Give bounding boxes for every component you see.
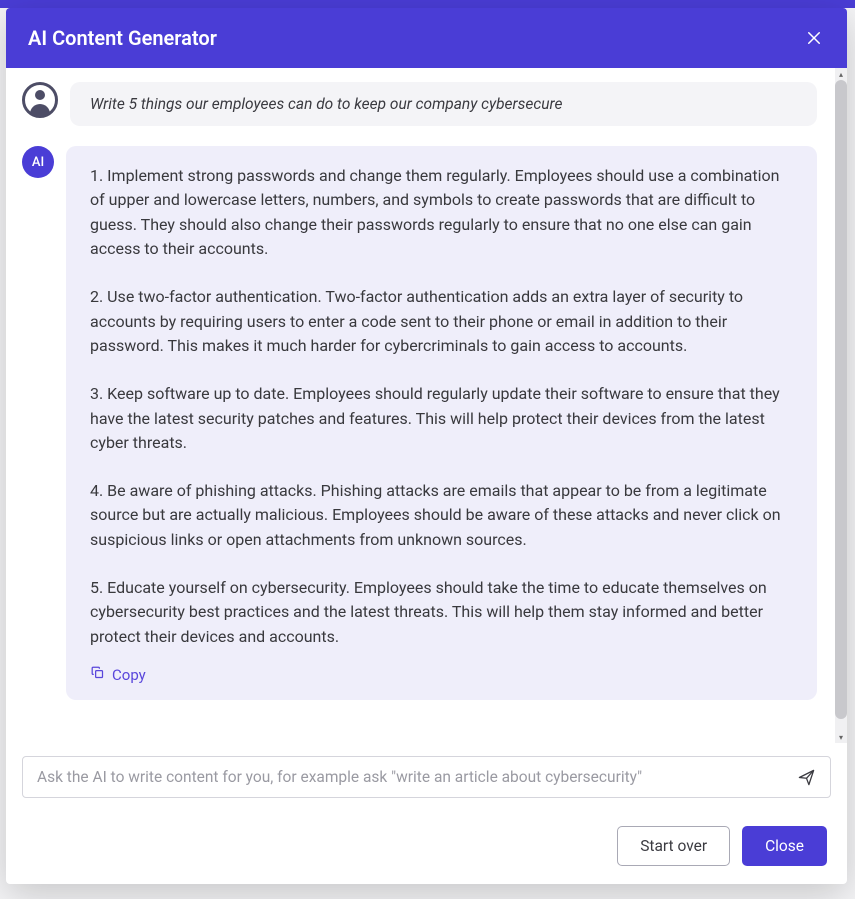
ai-response-paragraph: 2. Use two-factor authentication. Two-fa… (90, 285, 793, 358)
copy-button[interactable]: Copy (90, 665, 146, 684)
close-icon[interactable] (803, 27, 825, 49)
modal-body: Write 5 things our employees can do to k… (6, 68, 847, 743)
prompt-input[interactable] (37, 768, 786, 786)
ai-response-paragraph: 3. Keep software up to date. Employees s… (90, 382, 793, 455)
scrollbar-thumb[interactable] (835, 80, 847, 719)
user-avatar-icon (22, 82, 58, 118)
ai-message-row: AI 1. Implement strong passwords and cha… (22, 146, 831, 700)
copy-icon (90, 665, 105, 684)
ai-response-text: 1. Implement strong passwords and change… (90, 164, 793, 649)
scroll-up-icon[interactable]: ▴ (835, 68, 847, 80)
close-button[interactable]: Close (742, 826, 827, 866)
modal-title: AI Content Generator (28, 26, 217, 50)
scrollbar[interactable]: ▴ ▾ (835, 68, 847, 743)
user-message-row: Write 5 things our employees can do to k… (22, 82, 831, 126)
copy-label: Copy (112, 666, 146, 684)
modal-footer: Start over Close (6, 812, 847, 884)
input-area (6, 743, 847, 812)
ai-message-bubble: 1. Implement strong passwords and change… (66, 146, 817, 700)
scroll-down-icon[interactable]: ▾ (835, 731, 847, 743)
user-prompt-text: Write 5 things our employees can do to k… (90, 95, 562, 113)
send-icon[interactable] (796, 767, 816, 787)
start-over-button[interactable]: Start over (617, 826, 730, 866)
user-message-bubble: Write 5 things our employees can do to k… (70, 82, 817, 126)
ai-response-paragraph: 1. Implement strong passwords and change… (90, 164, 793, 261)
ai-avatar-icon: AI (22, 146, 54, 178)
backdrop-header-strip (0, 0, 855, 8)
modal-dialog: AI Content Generator Write 5 things our … (6, 8, 847, 884)
modal-header: AI Content Generator (6, 8, 847, 68)
ai-response-paragraph: 4. Be aware of phishing attacks. Phishin… (90, 479, 793, 552)
prompt-input-wrapper[interactable] (22, 756, 831, 798)
ai-response-paragraph: 5. Educate yourself on cybersecurity. Em… (90, 576, 793, 649)
